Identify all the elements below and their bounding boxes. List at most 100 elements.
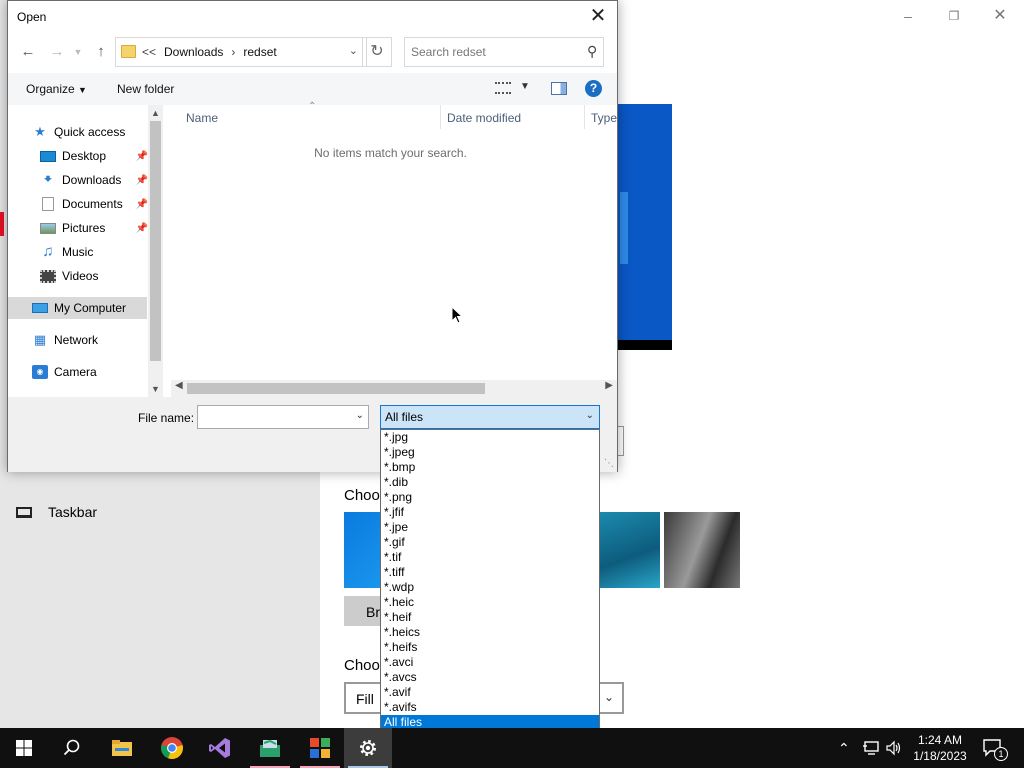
computer-icon	[32, 303, 48, 313]
file-type-option[interactable]: *.png	[381, 490, 599, 505]
scrollbar-thumb[interactable]	[187, 383, 485, 394]
dialog-close-button[interactable]: ✕	[585, 3, 611, 29]
file-type-option[interactable]: *.heif	[381, 610, 599, 625]
nav-item-taskbar[interactable]: Taskbar	[16, 504, 97, 520]
nav-item-downloads[interactable]: 🠻 Downloads 📌	[40, 169, 148, 191]
recent-dropdown-icon[interactable]: ▼	[67, 41, 89, 63]
file-type-option[interactable]: *.avci	[381, 655, 599, 670]
app-button[interactable]	[246, 728, 294, 768]
breadcrumb-separator-icon[interactable]: ›	[231, 45, 235, 59]
chevron-down-icon[interactable]: ⌄	[356, 410, 364, 421]
search-icon	[63, 739, 80, 756]
scroll-up-icon[interactable]: ▲	[148, 108, 163, 118]
file-type-option[interactable]: *.wdp	[381, 580, 599, 595]
back-arrow-icon[interactable]: ←	[17, 41, 39, 63]
scroll-down-icon[interactable]: ▼	[148, 384, 163, 394]
file-type-option[interactable]: *.dib	[381, 475, 599, 490]
nav-item-videos[interactable]: Videos	[40, 265, 148, 287]
taskbar-search-button[interactable]	[48, 728, 96, 768]
nav-item-pictures[interactable]: Pictures 📌	[40, 217, 148, 239]
file-type-option[interactable]: *.avcs	[381, 670, 599, 685]
breadcrumb-overflow[interactable]: <<	[142, 45, 156, 59]
breadcrumb-item-downloads[interactable]: Downloads	[164, 45, 223, 59]
nav-item-label: Desktop	[62, 149, 107, 163]
nav-item-desktop[interactable]: Desktop 📌	[40, 145, 148, 167]
file-type-option[interactable]: *.avifs	[381, 700, 599, 715]
breadcrumb-item-redset[interactable]: redset	[243, 45, 276, 59]
file-type-option[interactable]: *.avif	[381, 685, 599, 700]
show-hidden-icons-button[interactable]: ⌃	[838, 728, 850, 768]
network-status-button[interactable]	[862, 728, 880, 768]
search-icon[interactable]: ⚲	[587, 43, 597, 60]
new-folder-button[interactable]: New folder	[117, 82, 174, 96]
up-arrow-icon[interactable]: ↑	[90, 41, 112, 63]
file-list-scrollbar[interactable]: ◀ ▶	[171, 380, 617, 397]
column-header-name[interactable]: Name	[186, 111, 218, 125]
file-name-field[interactable]: ⌄	[197, 405, 369, 429]
start-icon	[16, 740, 32, 756]
minimize-button[interactable]: –	[898, 6, 918, 26]
scroll-right-icon[interactable]: ▶	[605, 380, 613, 391]
file-type-option[interactable]: *.heifs	[381, 640, 599, 655]
preview-taskbar	[616, 340, 672, 350]
restore-button[interactable]: ❐	[944, 6, 964, 26]
file-type-option[interactable]: *.gif	[381, 535, 599, 550]
camera-icon: ◉	[32, 365, 48, 379]
nav-item-documents[interactable]: Documents 📌	[40, 193, 148, 215]
file-type-option[interactable]: *.jpg	[381, 430, 599, 445]
file-type-option[interactable]: *.heics	[381, 625, 599, 640]
app2-button[interactable]	[296, 728, 344, 768]
column-divider[interactable]	[584, 105, 585, 129]
file-type-option[interactable]: *.tiff	[381, 565, 599, 580]
nav-item-my-computer[interactable]: My Computer	[8, 297, 147, 319]
file-type-option[interactable]: *.heic	[381, 595, 599, 610]
file-type-option[interactable]: *.jfif	[381, 505, 599, 520]
settings-button[interactable]	[344, 728, 392, 768]
clock[interactable]: 1:24 AM 1/18/2023	[905, 732, 975, 764]
organize-button[interactable]: Organize ▼	[26, 82, 87, 96]
cursor-arrow-icon	[451, 306, 463, 324]
nav-item-label: Music	[62, 245, 94, 259]
pin-icon[interactable]: 📌	[136, 199, 148, 210]
address-bar[interactable]: << Downloads › redset ⌄	[115, 37, 367, 67]
help-icon[interactable]: ?	[585, 80, 602, 97]
file-type-select[interactable]: All files ⌄	[380, 405, 600, 429]
file-type-option[interactable]: *.jpe	[381, 520, 599, 535]
chrome-button[interactable]	[148, 728, 196, 768]
forward-arrow-icon[interactable]: →	[46, 41, 68, 63]
file-type-option[interactable]: *.jpeg	[381, 445, 599, 460]
view-options-icon[interactable]	[495, 82, 511, 94]
resize-grip-icon[interactable]: ⋱	[604, 458, 614, 469]
volume-button[interactable]	[885, 728, 901, 768]
nav-item-label: Videos	[62, 269, 99, 283]
empty-message: No items match your search.	[314, 146, 467, 160]
search-input[interactable]	[411, 44, 571, 60]
start-button[interactable]	[0, 728, 48, 768]
preview-pane-icon[interactable]	[551, 82, 567, 95]
scroll-left-icon[interactable]: ◀	[175, 380, 183, 391]
scrollbar-thumb[interactable]	[150, 121, 161, 361]
chevron-down-icon[interactable]: ⌄	[349, 44, 358, 57]
pin-icon[interactable]: 📌	[136, 223, 148, 234]
visual-studio-button[interactable]	[196, 728, 244, 768]
refresh-button[interactable]: ↻	[362, 37, 392, 67]
picture-thumbnail[interactable]	[664, 512, 740, 588]
dialog-titlebar[interactable]: Open ✕	[8, 1, 617, 32]
nav-scrollbar[interactable]: ▲ ▼	[148, 105, 163, 397]
search-box[interactable]: ⚲	[404, 37, 604, 67]
file-type-option[interactable]: *.tif	[381, 550, 599, 565]
app-icon	[260, 739, 280, 757]
navigation-bar: ← → ▼ ↑ << Downloads › redset ⌄ ↻ ⚲	[8, 37, 617, 67]
nav-item-music[interactable]: ♫ Music	[40, 241, 148, 263]
column-divider[interactable]	[440, 105, 441, 129]
file-explorer-button[interactable]	[98, 728, 146, 768]
notification-center-button[interactable]: 1	[982, 728, 1008, 768]
view-dropdown-icon[interactable]: ▼	[520, 81, 530, 92]
column-header-type[interactable]: Type	[591, 111, 617, 125]
file-list: ⌃ Name Date modified Type No items match…	[164, 101, 617, 381]
column-header-date-modified[interactable]: Date modified	[447, 111, 521, 125]
pin-icon[interactable]: 📌	[136, 151, 148, 162]
file-type-option[interactable]: *.bmp	[381, 460, 599, 475]
close-button[interactable]: ✕	[990, 6, 1010, 26]
pin-icon[interactable]: 📌	[136, 175, 148, 186]
